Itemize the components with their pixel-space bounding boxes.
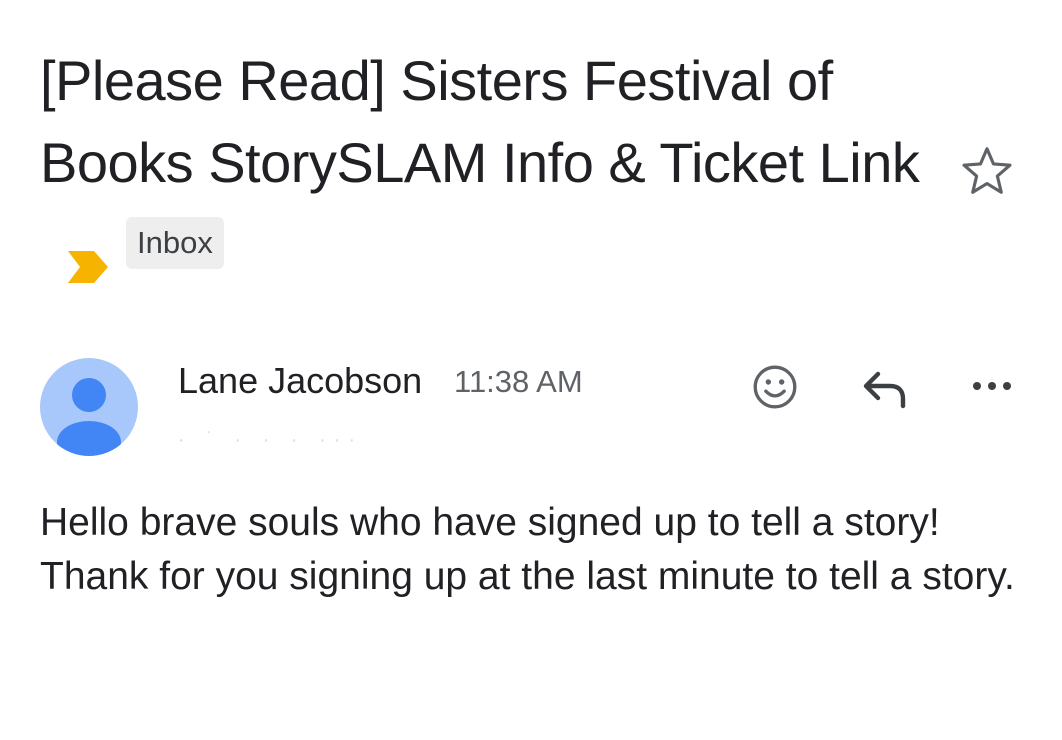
person-icon [57,378,121,456]
sender-time: 11:38 AM [454,364,583,399]
sender-name[interactable]: Lane Jacobson [178,360,422,402]
email-view: [Please Read] Sisters Festival of Books … [0,0,1062,740]
email-subject: [Please Read] Sisters Festival of Books … [40,40,920,286]
body-line-thanks: Thank for you signing up at the last min… [40,555,1015,598]
smiley-icon[interactable] [750,362,800,412]
label-chip-inbox[interactable]: Inbox [126,217,224,270]
subject-text: [Please Read] Sisters Festival of Books … [40,49,920,194]
email-body: Hello brave souls who have signed up to … [40,496,1030,604]
importance-marker-icon[interactable] [66,225,110,284]
body-fade [0,690,1062,740]
star-icon[interactable] [958,142,1016,200]
sender-avatar[interactable] [40,358,138,456]
body-line-greeting: Hello brave souls who have signed up to … [40,501,940,544]
recipient-details[interactable]: · ˙ · · · ··· [178,428,363,452]
reply-icon[interactable] [858,364,912,412]
more-options-icon[interactable] [966,366,1018,406]
